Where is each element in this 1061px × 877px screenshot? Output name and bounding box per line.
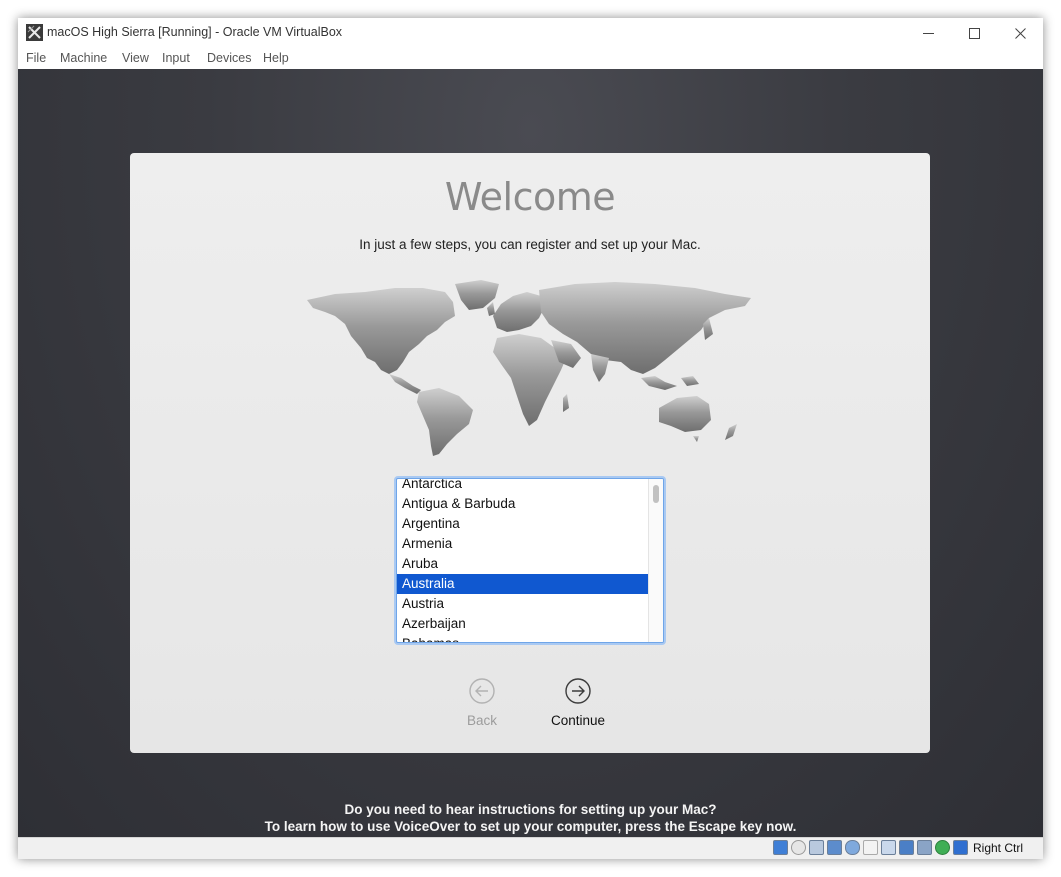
- display-icon[interactable]: [880, 840, 896, 855]
- list-item[interactable]: Aruba: [397, 554, 649, 574]
- setup-assistant-panel: Welcome In just a few steps, you can reg…: [130, 153, 930, 753]
- minimize-button[interactable]: [905, 18, 951, 48]
- voiceover-question: Do you need to hear instructions for set…: [344, 802, 717, 817]
- back-label: Back: [466, 713, 497, 728]
- list-item[interactable]: Azerbaijan: [397, 614, 649, 634]
- menu-devices[interactable]: Devices: [207, 51, 251, 65]
- list-item[interactable]: Austria: [397, 594, 649, 614]
- list-scrollbar[interactable]: [648, 479, 663, 642]
- menu-bar: File Machine View Input Devices Help: [18, 48, 1043, 69]
- list-item[interactable]: Armenia: [397, 534, 649, 554]
- maximize-icon: [968, 27, 980, 39]
- virtualbox-app-icon: [26, 24, 43, 41]
- cpu-icon[interactable]: [934, 840, 950, 855]
- menu-help[interactable]: Help: [263, 51, 289, 65]
- welcome-subtitle: In just a few steps, you can register an…: [359, 237, 701, 252]
- window-title: macOS High Sierra [Running] - Oracle VM …: [47, 25, 343, 39]
- network-icon[interactable]: [826, 840, 842, 855]
- close-icon: [1014, 27, 1026, 39]
- host-key-label: Right Ctrl: [972, 840, 1023, 855]
- welcome-heading: Welcome: [444, 175, 616, 219]
- menu-file[interactable]: File: [26, 51, 46, 65]
- menu-machine[interactable]: Machine: [60, 51, 107, 65]
- close-button[interactable]: [997, 18, 1043, 48]
- voiceover-prompt: Do you need to hear instructions for set…: [18, 801, 1043, 835]
- vm-display[interactable]: Welcome In just a few steps, you can reg…: [18, 69, 1043, 837]
- virtualbox-window: macOS High Sierra [Running] - Oracle VM …: [18, 18, 1043, 859]
- mouse-integration-icon[interactable]: [952, 840, 968, 855]
- continue-button[interactable]: Continue: [533, 678, 623, 728]
- status-bar: Right Ctrl: [18, 837, 1043, 859]
- list-item[interactable]: Bahamas: [397, 634, 649, 642]
- recording-icon[interactable]: [916, 840, 932, 855]
- world-map-image: [307, 280, 751, 456]
- minimize-icon: [922, 32, 934, 34]
- list-item[interactable]: Antigua & Barbuda: [397, 494, 649, 514]
- back-arrow-icon: [469, 678, 495, 704]
- voiceover-instruction: To learn how to use VoiceOver to set up …: [264, 819, 797, 834]
- shared-folders-icon[interactable]: [862, 840, 878, 855]
- scrollbar-thumb[interactable]: [653, 485, 659, 503]
- continue-label: Continue: [550, 713, 606, 728]
- forward-arrow-icon: [565, 678, 591, 704]
- optical-drive-icon[interactable]: [790, 840, 806, 855]
- list-item[interactable]: Antarctica: [397, 479, 649, 494]
- country-list-items: Antarctica Antigua & Barbuda Argentina A…: [397, 479, 649, 642]
- audio-icon[interactable]: [808, 840, 824, 855]
- list-item[interactable]: Argentina: [397, 514, 649, 534]
- video-capture-icon[interactable]: [898, 840, 914, 855]
- usb-icon[interactable]: [844, 840, 860, 855]
- maximize-button[interactable]: [951, 18, 997, 48]
- menu-input[interactable]: Input: [162, 51, 190, 65]
- back-button[interactable]: Back: [437, 678, 527, 728]
- menu-view[interactable]: View: [122, 51, 149, 65]
- list-item-selected[interactable]: Australia: [397, 574, 649, 594]
- country-list[interactable]: Antarctica Antigua & Barbuda Argentina A…: [396, 478, 664, 643]
- hard-disk-icon[interactable]: [772, 840, 788, 855]
- title-bar[interactable]: macOS High Sierra [Running] - Oracle VM …: [18, 18, 1043, 48]
- status-icons: Right Ctrl: [770, 840, 1023, 855]
